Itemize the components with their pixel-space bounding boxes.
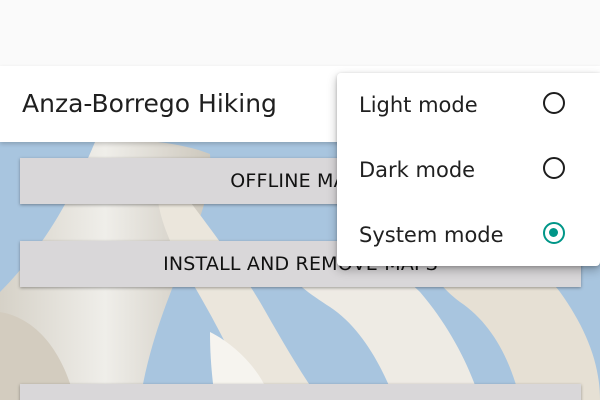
menu-item-label: Dark mode	[359, 158, 476, 182]
radio-button-unchecked[interactable]	[543, 92, 565, 114]
radio-button-checked[interactable]	[543, 222, 565, 244]
status-bar	[0, 0, 600, 66]
radio-button-unchecked[interactable]	[543, 157, 565, 179]
radio-dot-icon	[549, 228, 558, 237]
menu-item-label: Light mode	[359, 93, 478, 117]
menu-item-dark-mode[interactable]: Dark mode	[337, 138, 600, 202]
partial-button[interactable]	[20, 384, 581, 400]
menu-item-system-mode[interactable]: System mode	[337, 203, 600, 267]
theme-menu: Light mode Dark mode System mode	[337, 73, 600, 266]
menu-item-light-mode[interactable]: Light mode	[337, 73, 600, 137]
app-title: Anza-Borrego Hiking	[22, 89, 277, 118]
menu-item-label: System mode	[359, 223, 504, 247]
